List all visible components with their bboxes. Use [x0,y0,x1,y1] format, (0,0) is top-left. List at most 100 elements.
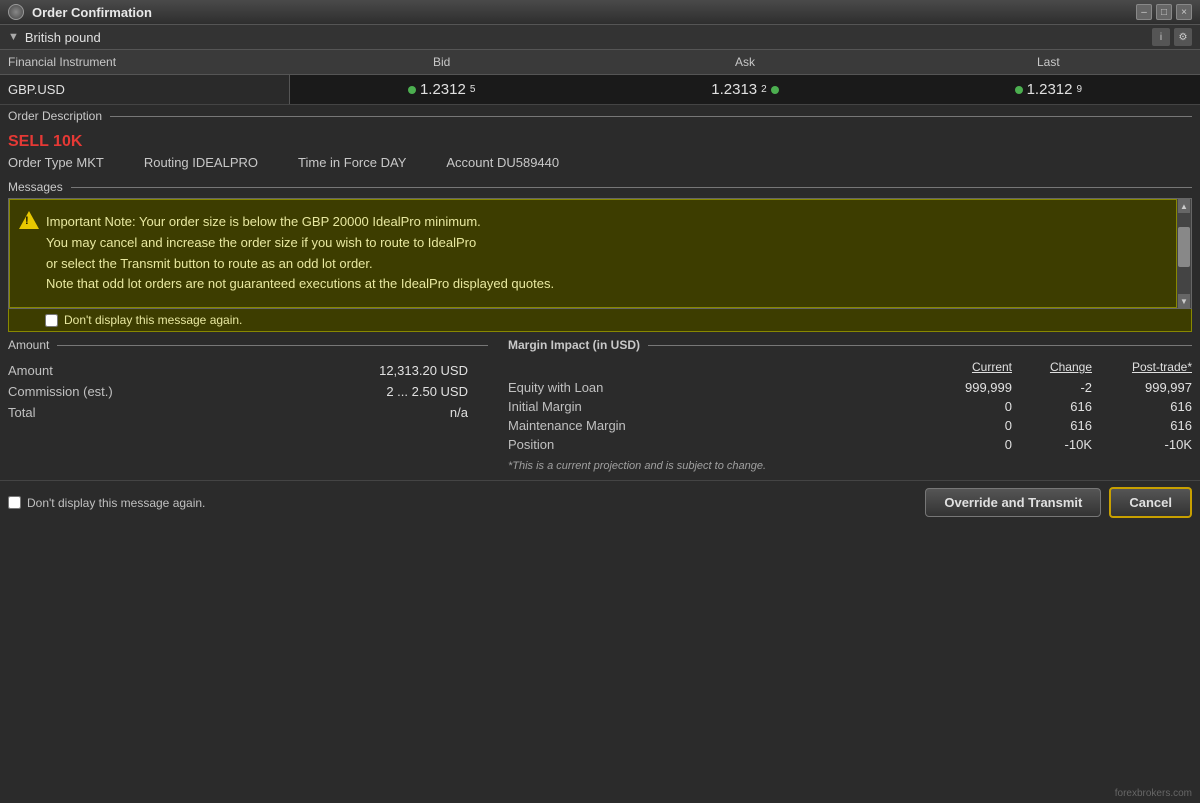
amount-label-1: Commission (est.) [8,384,168,399]
scroll-up-arrow[interactable]: ▲ [1178,199,1190,213]
order-sell-label: SELL 10K [8,133,1192,151]
col-last: Last [897,53,1200,71]
amount-row-1: Commission (est.) 2 ... 2.50 USD [8,381,488,402]
margin-change-1: 616 [1012,399,1092,414]
last-dot [1015,86,1023,94]
ask-super: 2 [761,84,767,95]
bid-main: 1.2312 [420,81,466,98]
title-icon [8,4,24,20]
footer-dont-show: Don't display this message again. [8,496,915,510]
footer-dont-show-checkbox[interactable] [8,496,21,509]
order-description-section: SELL 10K Order Type MKT Routing IDEALPRO… [0,127,1200,176]
messages-dont-show-checkbox[interactable] [45,314,58,327]
margin-change-0: -2 [1012,380,1092,395]
last-main: 1.2312 [1027,81,1073,98]
margin-line [648,345,1192,346]
amount-row-0: Amount 12,313.20 USD [8,360,488,381]
amount-label-0: Amount [8,363,168,378]
warning-triangle [19,211,39,229]
margin-posttrade-0: 999,997 [1092,380,1192,395]
margin-col-2: Change [1012,360,1092,374]
messages-line [71,187,1192,188]
margin-col-3: Post-trade* [1092,360,1192,374]
bid-price: 1.2312 5 [290,77,593,102]
margin-label-1: Initial Margin [508,399,912,414]
ask-main: 1.2313 [711,81,757,98]
last-super: 9 [1076,84,1082,95]
instrument-row: GBP.USD 1.23125 1.23132 1.23129 [0,75,1200,105]
ask-dot [771,86,779,94]
important-note-text: Important Note: Your order size is below… [46,214,554,291]
margin-current-3: 0 [912,437,1012,452]
order-description-line [110,116,1192,117]
title-text: Order Confirmation [32,5,1128,20]
maximize-button[interactable]: □ [1156,4,1172,20]
margin-label-0: Equity with Loan [508,380,912,395]
messages-content: Important Note: Your order size is below… [8,198,1192,309]
time-in-force-item: Time in Force DAY [298,155,406,170]
margin-col-headers: Current Change Post-trade* [508,360,1192,374]
amount-table: Amount 12,313.20 USD Commission (est.) 2… [8,360,488,423]
british-pound-label: British pound [25,30,1146,45]
title-bar-controls: – □ × [1136,4,1192,20]
scroll-thumb[interactable] [1178,227,1190,267]
order-description-label: Order Description [8,109,102,123]
messages-dont-show-label: Don't display this message again. [64,313,242,327]
col-ask: Ask [593,53,896,71]
col-financial-instrument: Financial Instrument [0,53,290,71]
amount-header: Amount [8,338,488,352]
routing-item: Routing IDEALPRO [144,155,258,170]
watermark: forexbrokers.com [1115,788,1192,799]
bid-dot [408,86,416,94]
margin-row-0: Equity with Loan 999,999 -2 999,997 [508,378,1192,397]
margin-label-3: Position [508,437,912,452]
amount-line [57,345,488,346]
collapse-arrow[interactable]: ▼ [8,31,19,43]
margin-current-2: 0 [912,418,1012,433]
col-bid: Bid [290,53,593,71]
margin-posttrade-1: 616 [1092,399,1192,414]
margin-col-1: Current [912,360,1012,374]
margin-title: Margin Impact (in USD) [508,338,640,352]
order-details-row: Order Type MKT Routing IDEALPRO Time in … [8,155,1192,170]
amount-value-0: 12,313.20 USD [168,363,488,378]
bid-super: 5 [470,84,476,95]
messages-label: Messages [8,180,63,194]
margin-change-2: 616 [1012,418,1092,433]
account-item: Account DU589440 [446,155,559,170]
footer: Don't display this message again. Overri… [0,480,1200,524]
amount-section: Amount Amount 12,313.20 USD Commission (… [8,338,508,472]
settings-icon[interactable]: ⚙ [1174,28,1192,46]
margin-label-2: Maintenance Margin [508,418,912,433]
order-description-header: Order Description [0,105,1200,127]
info-icon[interactable]: i [1152,28,1170,46]
ask-price: 1.2313 2 [593,77,896,102]
margin-table: Current Change Post-trade* Equity with L… [508,360,1192,472]
instrument-table-header: Financial Instrument Bid Ask Last [0,50,1200,75]
scroll-down-arrow[interactable]: ▼ [1178,294,1190,308]
messages-scrollbar[interactable]: ▲ ▼ [1177,199,1191,308]
amount-title: Amount [8,338,49,352]
margin-note: *This is a current projection and is sub… [508,460,1192,472]
margin-section: Margin Impact (in USD) Current Change Po… [508,338,1192,472]
cancel-button[interactable]: Cancel [1109,487,1192,518]
british-pound-header: ▼ British pound i ⚙ [0,25,1200,50]
footer-buttons: Override and Transmit Cancel [925,487,1192,518]
footer-dont-show-text: Don't display this message again. [27,496,205,510]
margin-row-2: Maintenance Margin 0 616 616 [508,416,1192,435]
messages-header: Messages [0,176,1200,198]
messages-dont-show-row: Don't display this message again. [8,309,1192,332]
margin-header: Margin Impact (in USD) [508,338,1192,352]
close-button[interactable]: × [1176,4,1192,20]
margin-posttrade-2: 616 [1092,418,1192,433]
minimize-button[interactable]: – [1136,4,1152,20]
margin-row-3: Position 0 -10K -10K [508,435,1192,454]
margin-row-1: Initial Margin 0 616 616 [508,397,1192,416]
instrument-name: GBP.USD [0,75,290,104]
amount-row-2: Total n/a [8,402,488,423]
order-type-item: Order Type MKT [8,155,104,170]
override-transmit-button[interactable]: Override and Transmit [925,488,1101,517]
margin-current-0: 999,999 [912,380,1012,395]
margin-current-1: 0 [912,399,1012,414]
amount-label-2: Total [8,405,168,420]
